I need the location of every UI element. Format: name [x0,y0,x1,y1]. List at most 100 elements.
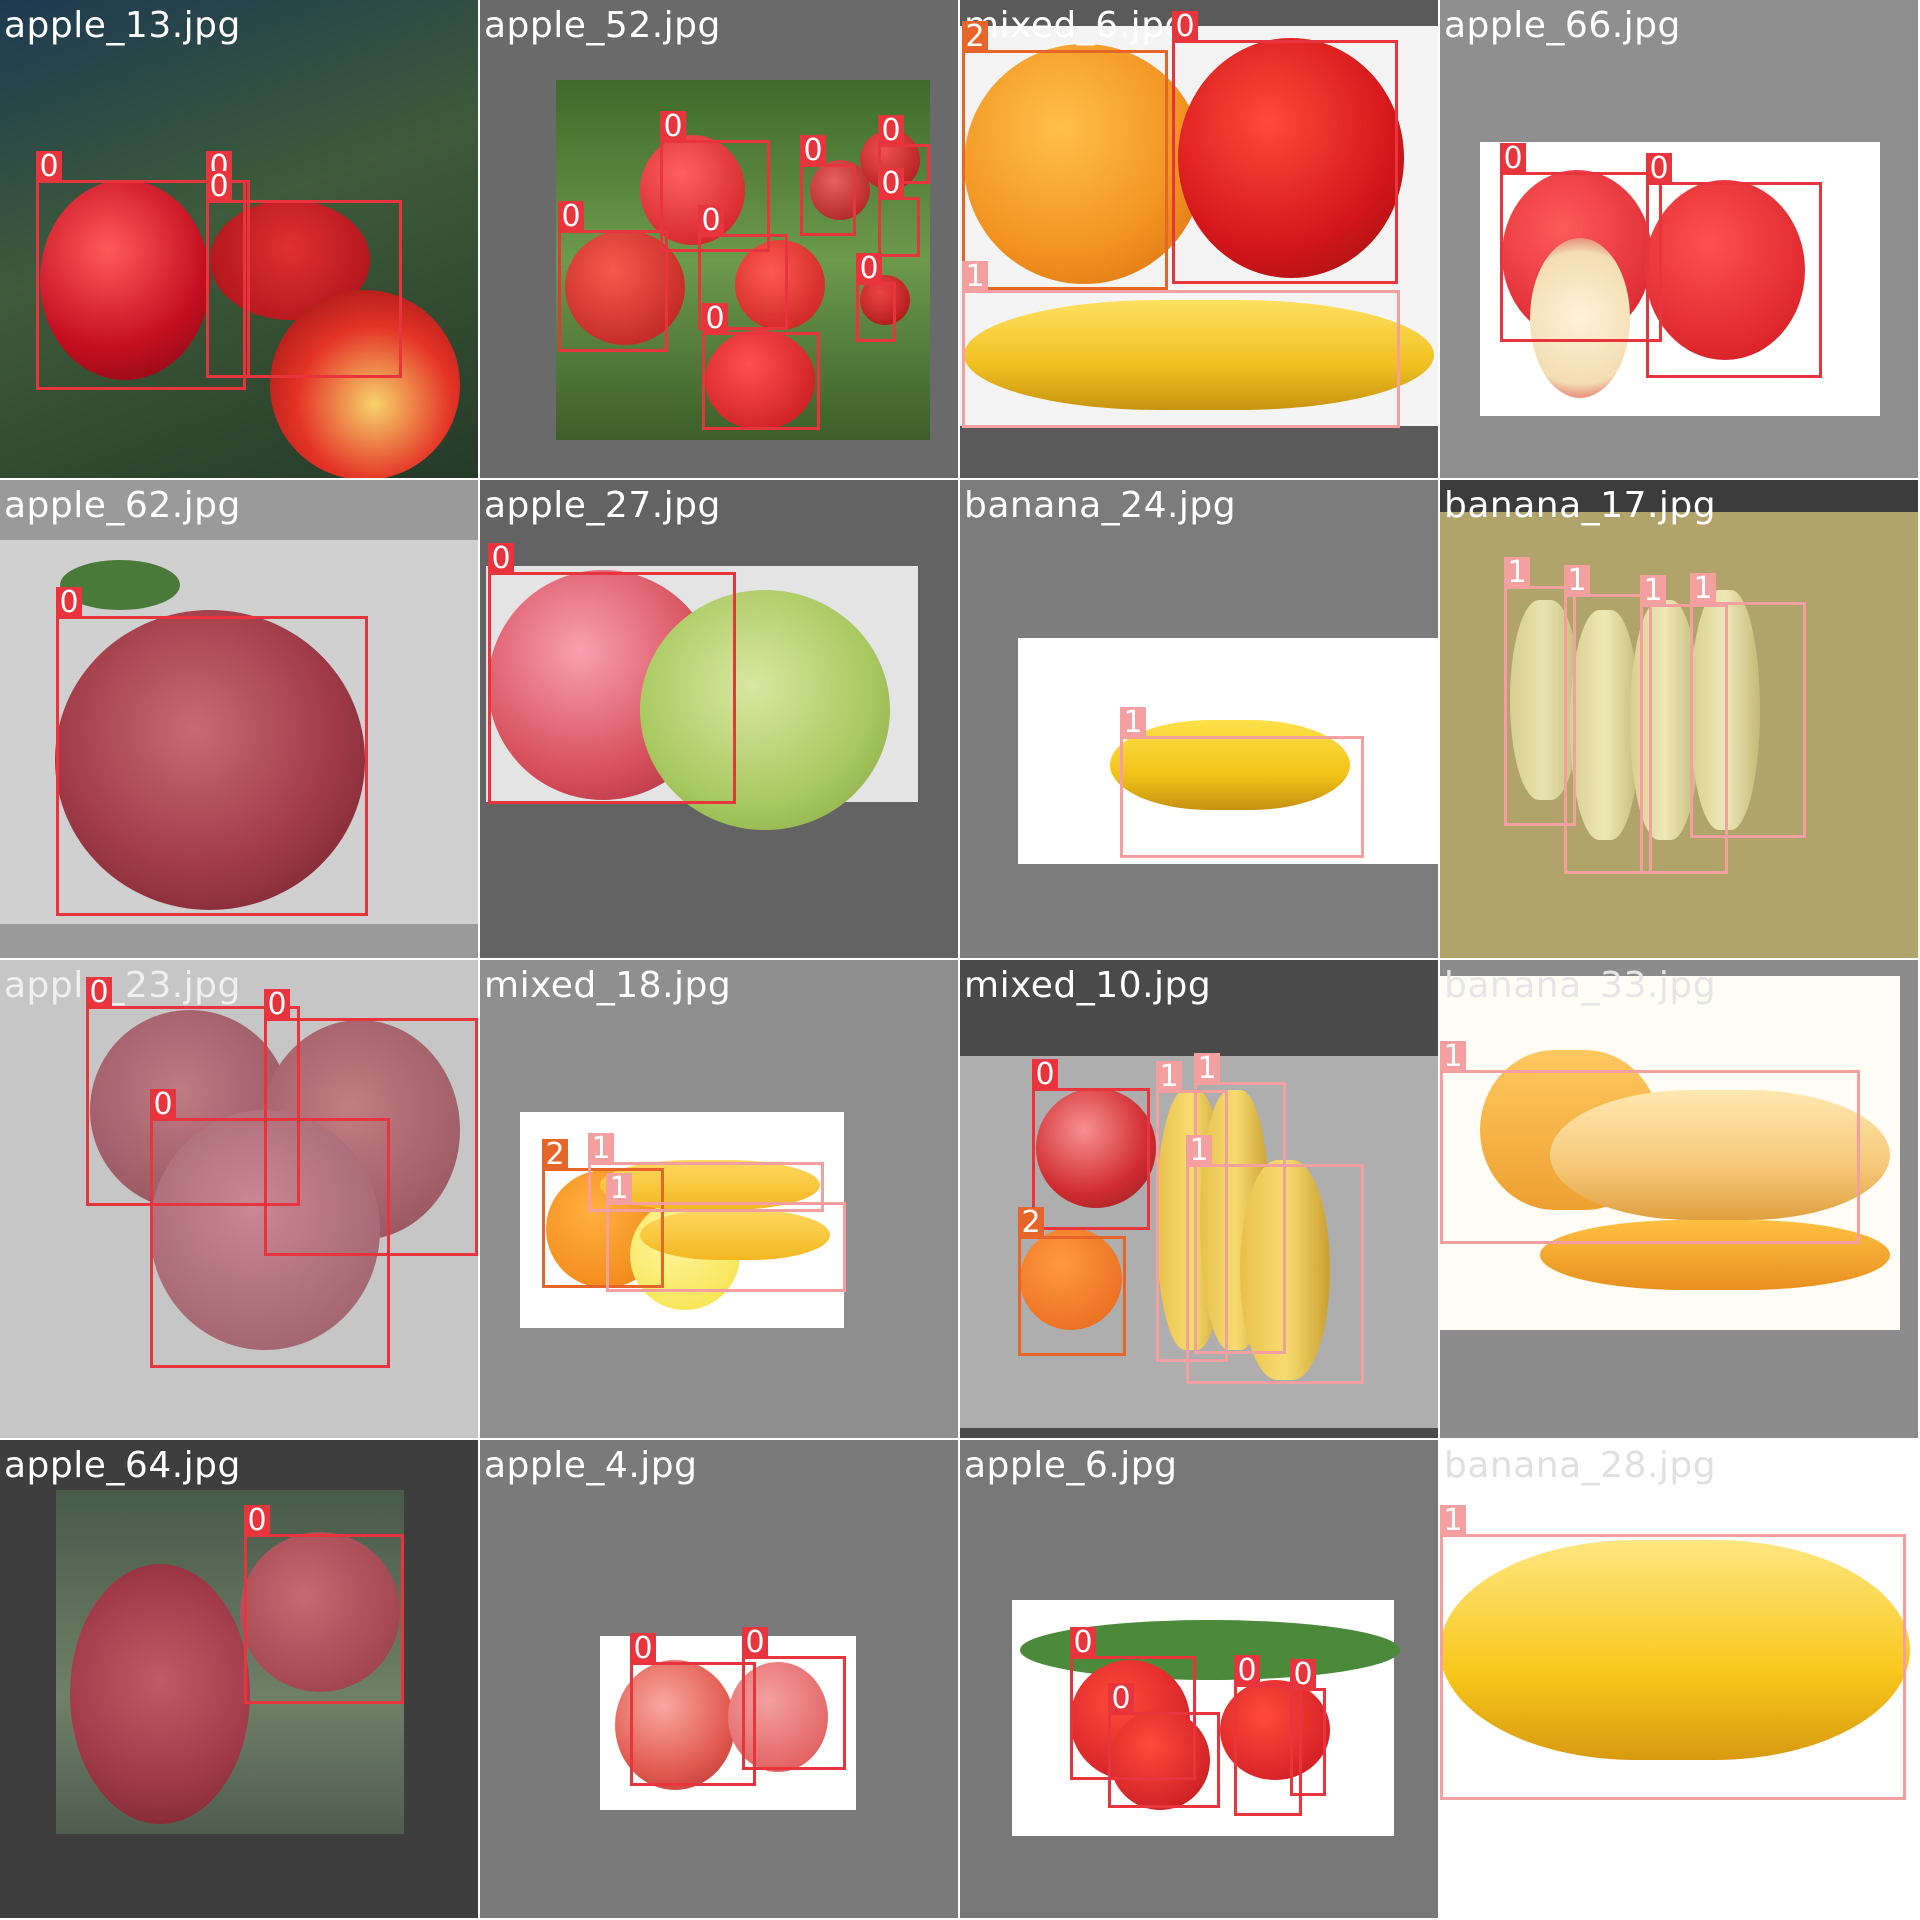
class-label: 1 [1504,557,1530,589]
class-label: 0 [206,171,232,203]
detection-box: 1 [1564,565,1652,874]
detection-box: 1 [1120,707,1364,858]
class-label: 0 [558,201,584,233]
class-label: 1 [1156,1061,1182,1093]
tile-filename: apple_27.jpg [484,485,721,526]
image-mosaic: apple_13.jpg 0 0 0 apple_52.jpg 0 0 0 0 0 0 0 0 mixed… [0,0,1920,1920]
class-label: 1 [588,1133,614,1165]
tile-filename: apple_64.jpg [4,1445,241,1486]
detection-box: 0 [558,201,668,352]
image-tile[interactable]: apple_27.jpg 0 [480,480,960,960]
detection-box: 0 [856,253,896,342]
image-tile[interactable]: apple_6.jpg 0 0 0 0 [960,1440,1440,1920]
class-label: 1 [1690,573,1716,605]
detection-box: 0 [742,1627,846,1770]
class-label: 0 [878,168,904,200]
detection-box: 0 [702,303,820,430]
detection-box: 0 [488,543,736,804]
class-label: 0 [1070,1627,1096,1659]
image-tile[interactable]: apple_13.jpg 0 0 0 [0,0,480,480]
class-label: 0 [856,253,882,285]
image-tile[interactable]: banana_33.jpg 1 [1440,960,1920,1440]
class-label: 2 [1018,1207,1044,1239]
class-label: 1 [1194,1053,1220,1085]
tile-filename: banana_17.jpg [1444,485,1717,526]
class-label: 0 [264,989,290,1021]
class-label: 0 [742,1627,768,1659]
tile-filename: apple_62.jpg [4,485,241,526]
class-label: 1 [1440,1041,1466,1073]
detection-box: 0 [150,1089,390,1368]
image-tile[interactable]: banana_28.jpg 1 [1440,1440,1920,1920]
detection-box: 0 [878,168,920,257]
class-label: 0 [244,1505,270,1537]
image-tile[interactable]: apple_62.jpg 0 [0,480,480,960]
class-label: 0 [630,1633,656,1665]
detection-box: 0 [56,587,368,916]
class-label: 0 [1032,1059,1058,1091]
tile-filename: apple_66.jpg [1444,5,1681,46]
class-label: 1 [1564,565,1590,597]
detection-box: 0 [206,171,402,378]
image-tile[interactable]: apple_52.jpg 0 0 0 0 0 0 0 0 [480,0,960,480]
class-label: 1 [962,261,988,293]
detection-box: 0 [630,1633,756,1786]
class-label: 1 [1640,575,1666,607]
image-tile[interactable]: apple_4.jpg 0 0 [480,1440,960,1920]
tile-filename: apple_4.jpg [484,1445,698,1486]
detection-box: 0 [1646,153,1822,378]
detection-box: 1 [1690,573,1806,838]
class-label: 0 [702,303,728,335]
detection-box: 0 [244,1505,404,1704]
detection-box: 1 [1440,1041,1860,1244]
image-tile[interactable]: mixed_18.jpg 2 1 1 [480,960,960,1440]
class-label: 0 [1172,11,1198,43]
image-tile[interactable]: apple_23.jpg 0 0 0 [0,960,480,1440]
tile-filename: mixed_18.jpg [484,965,732,1006]
detection-box: 1 [1186,1135,1364,1384]
detection-box: 0 [1500,143,1662,342]
detection-box: 1 [606,1173,846,1292]
class-label: 1 [1186,1135,1212,1167]
detection-box: 0 [800,135,856,236]
class-label: 1 [1440,1505,1466,1537]
image-tile[interactable]: banana_17.jpg 1 1 1 1 [1440,480,1920,960]
class-label: 0 [1234,1655,1260,1687]
tile-filename: apple_6.jpg [964,1445,1178,1486]
tile-filename: banana_24.jpg [964,485,1237,526]
class-label: 0 [878,115,904,147]
tile-filename: apple_52.jpg [484,5,721,46]
tile-filename: banana_28.jpg [1444,1445,1717,1486]
detection-box: 0 [1172,11,1398,284]
detection-box: 2 [1018,1207,1126,1356]
class-label: 0 [1290,1659,1316,1691]
detection-box: 0 [1108,1683,1220,1808]
class-label: 0 [86,977,112,1009]
class-label: 0 [1646,153,1672,185]
tile-filename: mixed_10.jpg [964,965,1212,1006]
image-tile[interactable]: mixed_10.jpg 0 1 1 1 2 [960,960,1440,1440]
detection-box: 2 [962,21,1168,290]
class-label: 2 [962,21,988,53]
class-label: 1 [1120,707,1146,739]
class-label: 0 [36,151,62,183]
class-label: 0 [56,587,82,619]
class-label: 0 [488,543,514,575]
class-label: 2 [542,1139,568,1171]
image-tile[interactable]: apple_66.jpg 0 0 [1440,0,1920,480]
image-tile[interactable]: mixed_6.jpg 2 0 1 [960,0,1440,480]
image-tile[interactable]: banana_24.jpg 1 [960,480,1440,960]
class-label: 0 [660,111,686,143]
class-label: 0 [150,1089,176,1121]
fruit-shape [70,1564,250,1824]
detection-box: 0 [1290,1659,1326,1796]
class-label: 0 [698,205,724,237]
detection-box: 0 [1032,1059,1150,1230]
image-tile[interactable]: apple_64.jpg 0 [0,1440,480,1920]
detection-box: 1 [1440,1505,1906,1800]
class-label: 1 [606,1173,632,1205]
class-label: 0 [800,135,826,167]
tile-filename: apple_13.jpg [4,5,241,46]
tile-filename: banana_33.jpg [1444,965,1717,1006]
detection-box: 1 [962,261,1400,428]
